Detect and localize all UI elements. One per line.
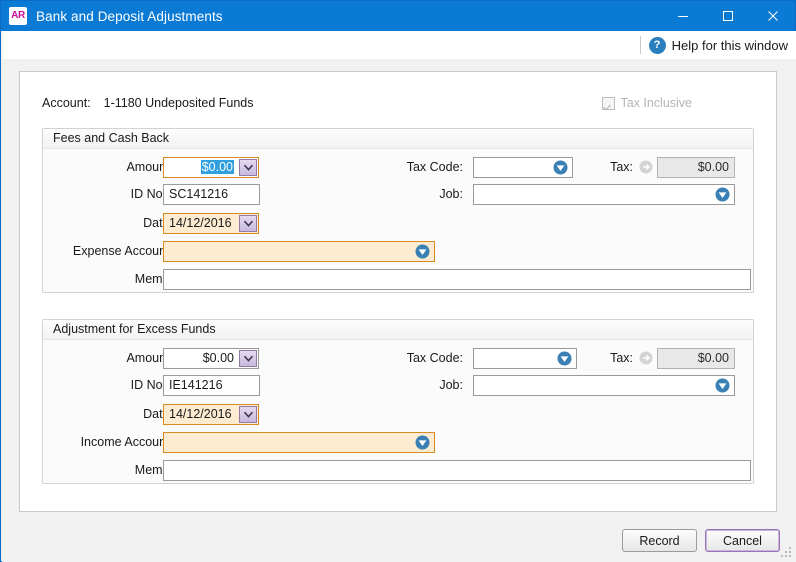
job-dropdown-icon-2[interactable] [715, 378, 730, 393]
group-title-adjustment: Adjustment for Excess Funds [43, 320, 753, 340]
memo-input-1[interactable] [163, 269, 751, 290]
tax-code-input-1[interactable] [473, 157, 573, 178]
help-bar: ? Help for this window [2, 31, 796, 59]
title-bar: AR Bank and Deposit Adjustments [1, 1, 795, 31]
id-no-label-2: ID No. : [130, 378, 173, 392]
tax-label-2: Tax: [610, 351, 633, 365]
memo-label-1: Memo: [134, 272, 173, 286]
amount-calculator-button-1[interactable] [239, 159, 257, 176]
tax-code-label-2: Tax Code: [406, 351, 463, 365]
memo-input-2[interactable] [163, 460, 751, 481]
record-button[interactable]: Record [622, 529, 697, 552]
tax-code-dropdown-icon-2[interactable] [557, 351, 572, 366]
date-value-2: 14/12/2016 [169, 407, 232, 421]
question-mark-icon[interactable]: ? [648, 36, 666, 54]
help-separator [639, 36, 641, 54]
maximize-icon[interactable] [705, 1, 750, 31]
tax-arrow-icon-1 [639, 160, 653, 174]
id-no-input-2[interactable]: IE141216 [163, 375, 260, 396]
tax-code-label-1: Tax Code: [406, 160, 463, 174]
group-title-fees: Fees and Cash Back [43, 129, 753, 149]
checkbox-checked-icon [602, 96, 616, 110]
id-no-value-2: IE141216 [169, 378, 223, 392]
date-input-2[interactable]: 14/12/2016 [163, 404, 259, 425]
group-fees-and-cash-back: Fees and Cash Back Amount: $0.00 Tax Cod… [42, 128, 754, 293]
expense-account-input[interactable] [163, 241, 435, 262]
window-title: Bank and Deposit Adjustments [36, 8, 223, 24]
date-label-1: Date: [143, 216, 173, 230]
date-input-1[interactable]: 14/12/2016 [163, 213, 259, 234]
expense-account-dropdown-icon[interactable] [415, 244, 430, 259]
income-account-label: Income Account: [80, 435, 173, 449]
tax-amount-2: $0.00 [657, 348, 735, 369]
tax-arrow-icon-2 [639, 351, 653, 365]
tax-inclusive-label: Tax Inclusive [620, 96, 692, 110]
cancel-button[interactable]: Cancel [705, 529, 780, 552]
help-for-this-window-link[interactable]: Help for this window [672, 38, 788, 53]
id-no-value-1: SC141216 [169, 187, 229, 201]
income-account-dropdown-icon[interactable] [415, 435, 430, 450]
tax-label-1: Tax: [610, 160, 633, 174]
tax-code-input-2[interactable] [473, 348, 577, 369]
date-picker-button-2[interactable] [239, 406, 257, 423]
tax-amount-1: $0.00 [657, 157, 735, 178]
account-value: 1-1180 Undeposited Funds [103, 96, 254, 110]
bank-deposit-adjustments-window: AR Bank and Deposit Adjustments ? Help f… [0, 0, 796, 562]
account-label: Account: [42, 96, 91, 110]
id-no-input-1[interactable]: SC141216 [163, 184, 260, 205]
job-input-1[interactable] [473, 184, 735, 205]
job-dropdown-icon-1[interactable] [715, 187, 730, 202]
date-label-2: Date: [143, 407, 173, 421]
amount-label-2: Amount: [126, 351, 173, 365]
close-icon[interactable] [750, 1, 795, 31]
content-panel: Account: 1-1180 Undeposited Funds Tax In… [19, 71, 777, 512]
amount-input-1[interactable]: $0.00 [163, 157, 259, 178]
tax-amount-value-2: $0.00 [697, 351, 729, 365]
account-row: Account: 1-1180 Undeposited Funds [42, 96, 254, 110]
caption-button-group [660, 1, 795, 31]
amount-value-2: $0.00 [202, 351, 234, 365]
income-account-input[interactable] [163, 432, 435, 453]
amount-label-1: Amount: [126, 160, 173, 174]
resize-grip[interactable] [780, 547, 792, 559]
app-icon: AR [9, 7, 27, 25]
amount-selected-text-1: $0.00 [200, 160, 234, 174]
date-value-1: 14/12/2016 [169, 216, 232, 230]
memo-label-2: Memo: [134, 463, 173, 477]
tax-inclusive-checkbox: Tax Inclusive [602, 96, 692, 110]
id-no-label-1: ID No. : [130, 187, 173, 201]
minimize-icon[interactable] [660, 1, 705, 31]
tax-code-dropdown-icon-1[interactable] [553, 160, 568, 175]
date-picker-button-1[interactable] [239, 215, 257, 232]
job-label-2: Job: [439, 378, 463, 392]
job-label-1: Job: [439, 187, 463, 201]
amount-input-2[interactable]: $0.00 [163, 348, 259, 369]
amount-value-1: $0.00 [164, 158, 239, 177]
expense-account-label: Expense Account: [72, 244, 173, 258]
job-input-2[interactable] [473, 375, 735, 396]
group-adjustment-for-excess-funds: Adjustment for Excess Funds Amount: $0.0… [42, 319, 754, 484]
window-body: Account: 1-1180 Undeposited Funds Tax In… [2, 59, 796, 562]
tax-amount-value-1: $0.00 [697, 160, 729, 174]
amount-calculator-button-2[interactable] [239, 350, 257, 367]
